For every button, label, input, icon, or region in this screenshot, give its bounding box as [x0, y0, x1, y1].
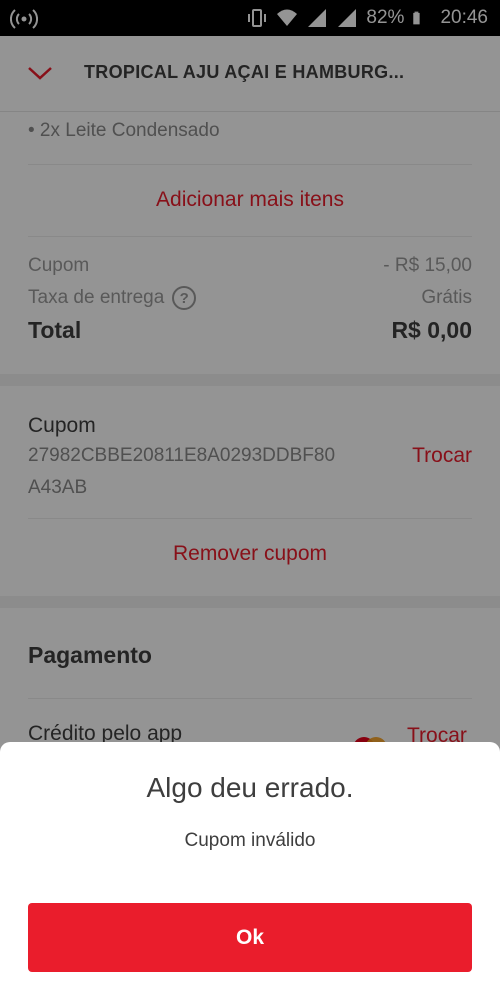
- dialog-title: Algo deu errado.: [146, 772, 354, 803]
- dialog-message: Cupom inválido: [184, 830, 316, 851]
- ok-button[interactable]: Ok: [28, 903, 472, 972]
- error-dialog: Algo deu errado. Cupom inválido Ok: [0, 742, 500, 1000]
